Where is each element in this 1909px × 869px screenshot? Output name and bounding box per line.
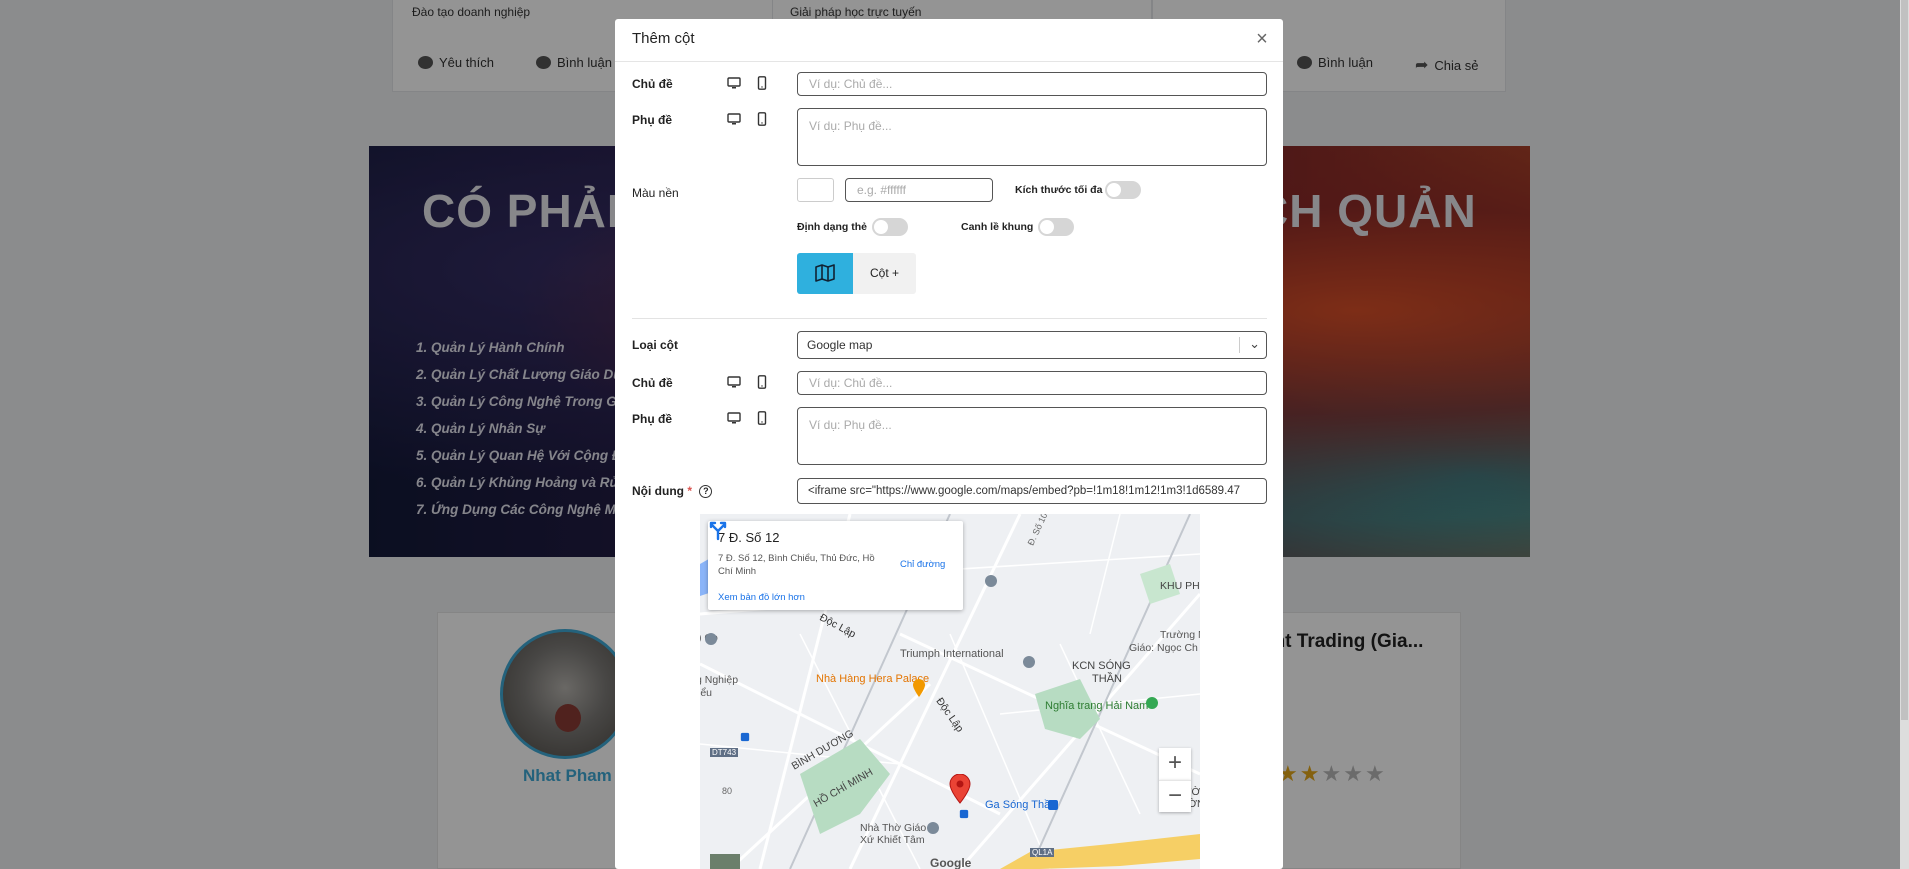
bus-stop-icon <box>740 732 750 742</box>
subtitle-textarea[interactable]: Ví dụ: Phụ đề... <box>797 407 1267 465</box>
directions-link[interactable]: Chỉ đường <box>900 559 945 570</box>
poi-label: Xứ Khiết Tâm <box>860 834 925 846</box>
poi-pin-icon <box>1023 656 1035 668</box>
road-shield: DT743 <box>710 748 739 757</box>
add-column-modal: Thêm cột × Chủ đề Ví dụ: Chủ đề... Phụ đ… <box>615 19 1283 869</box>
poi-label: Giáo: Ngọc Ch <box>1129 642 1198 654</box>
section-divider <box>632 318 1267 319</box>
content-input[interactable]: <iframe src="https://www.google.com/maps… <box>797 478 1267 504</box>
zoom-in-button[interactable]: + <box>1159 748 1191 780</box>
restaurant-pin-icon[interactable] <box>912 678 926 698</box>
frame-align-label: Canh lề khung <box>961 221 1034 233</box>
poi-pin-icon <box>985 575 997 587</box>
scrollbar-thumb[interactable] <box>1901 0 1908 720</box>
column-type-label: Loại cột <box>632 338 679 352</box>
poi-label: Nhà Thờ Giáo <box>860 822 927 834</box>
area-label: KHU PH <box>1160 580 1200 592</box>
subtitle-textarea[interactable]: Ví dụ: Phụ đề... <box>797 108 1267 166</box>
modal-title: Thêm cột <box>632 30 695 47</box>
desktop-icon[interactable] <box>727 112 741 126</box>
column-type-select[interactable]: Google map ⌄ <box>797 331 1267 359</box>
required-mark: * <box>687 484 692 498</box>
area-label: KCN SÓNG <box>1072 660 1131 672</box>
map-column-button[interactable] <box>797 253 853 294</box>
page-scrollbar[interactable] <box>1900 0 1909 869</box>
location-pin-icon[interactable] <box>949 774 971 804</box>
desktop-icon[interactable] <box>727 76 741 90</box>
poi-pin-icon <box>927 822 939 834</box>
road-shield: QL1A <box>1030 848 1055 857</box>
subtitle-label: Phụ đề <box>632 412 673 426</box>
zoom-out-button[interactable]: − <box>1159 780 1191 812</box>
map-label: iểu <box>700 687 713 699</box>
google-map-embed[interactable]: 7 Đ. Số 12 7 Đ. Số 12, Bình Chiểu, Thủ Đ… <box>700 514 1200 869</box>
road-label: 80 <box>722 786 733 796</box>
mobile-icon[interactable] <box>755 112 769 126</box>
view-larger-map-link[interactable]: Xem bản đồ lớn hơn <box>718 592 805 603</box>
max-size-label: Kích thước tối đa <box>1015 184 1103 196</box>
poi-label: Triumph International <box>900 648 1004 660</box>
modal-header: Thêm cột × <box>615 19 1283 62</box>
mobile-icon[interactable] <box>755 76 769 90</box>
max-size-toggle[interactable] <box>1105 181 1141 199</box>
close-button[interactable]: × <box>1251 29 1273 51</box>
place-info-card: 7 Đ. Số 12 7 Đ. Số 12, Bình Chiểu, Thủ Đ… <box>708 521 963 610</box>
desktop-icon[interactable] <box>727 375 741 389</box>
column-type-value: Google map <box>807 338 873 352</box>
title-label: Chủ đề <box>632 77 673 91</box>
map-label: g Nghiệp <box>700 674 739 686</box>
content-label: Nội dung * ? <box>632 484 713 499</box>
mobile-icon[interactable] <box>755 411 769 425</box>
color-swatch[interactable] <box>797 178 834 202</box>
help-icon[interactable]: ? <box>699 485 713 499</box>
card-format-toggle[interactable] <box>872 218 908 236</box>
chevron-down-icon: ⌄ <box>1249 336 1260 351</box>
mobile-icon[interactable] <box>755 375 769 389</box>
title-input[interactable]: Ví dụ: Chủ đề... <box>797 72 1267 96</box>
map-icon <box>815 264 835 282</box>
poi-label: Nghĩa trang Hải Nam <box>1045 700 1149 712</box>
hex-color-input[interactable]: e.g. #ffffff <box>845 178 993 202</box>
poi-pin-icon <box>705 633 717 645</box>
background-color-label: Màu nền <box>632 186 679 200</box>
content-label-text: Nội dung <box>632 484 684 498</box>
desktop-icon[interactable] <box>727 411 741 425</box>
bus-stop-icon <box>959 809 969 819</box>
train-station-icon <box>1048 800 1058 810</box>
add-column-button[interactable]: Cột + <box>853 253 916 294</box>
card-format-label: Định dạng thẻ <box>797 221 867 233</box>
poi-pin-icon <box>1146 697 1158 709</box>
poi-label: Trường M <box>1160 629 1200 641</box>
directions-icon[interactable] <box>708 521 728 541</box>
frame-align-toggle[interactable] <box>1038 218 1074 236</box>
poi-label: Ga Sóng Thần <box>985 799 1057 811</box>
place-address: 7 Đ. Số 12, Bình Chiểu, Thủ Đức, Hồ Chí … <box>718 553 875 577</box>
subtitle-label: Phụ đề <box>632 113 673 127</box>
title-label: Chủ đề <box>632 376 673 390</box>
google-logo: Google <box>930 856 972 869</box>
area-label: THẦN <box>1092 673 1122 685</box>
title-input[interactable]: Ví dụ: Chủ đề... <box>797 371 1267 395</box>
